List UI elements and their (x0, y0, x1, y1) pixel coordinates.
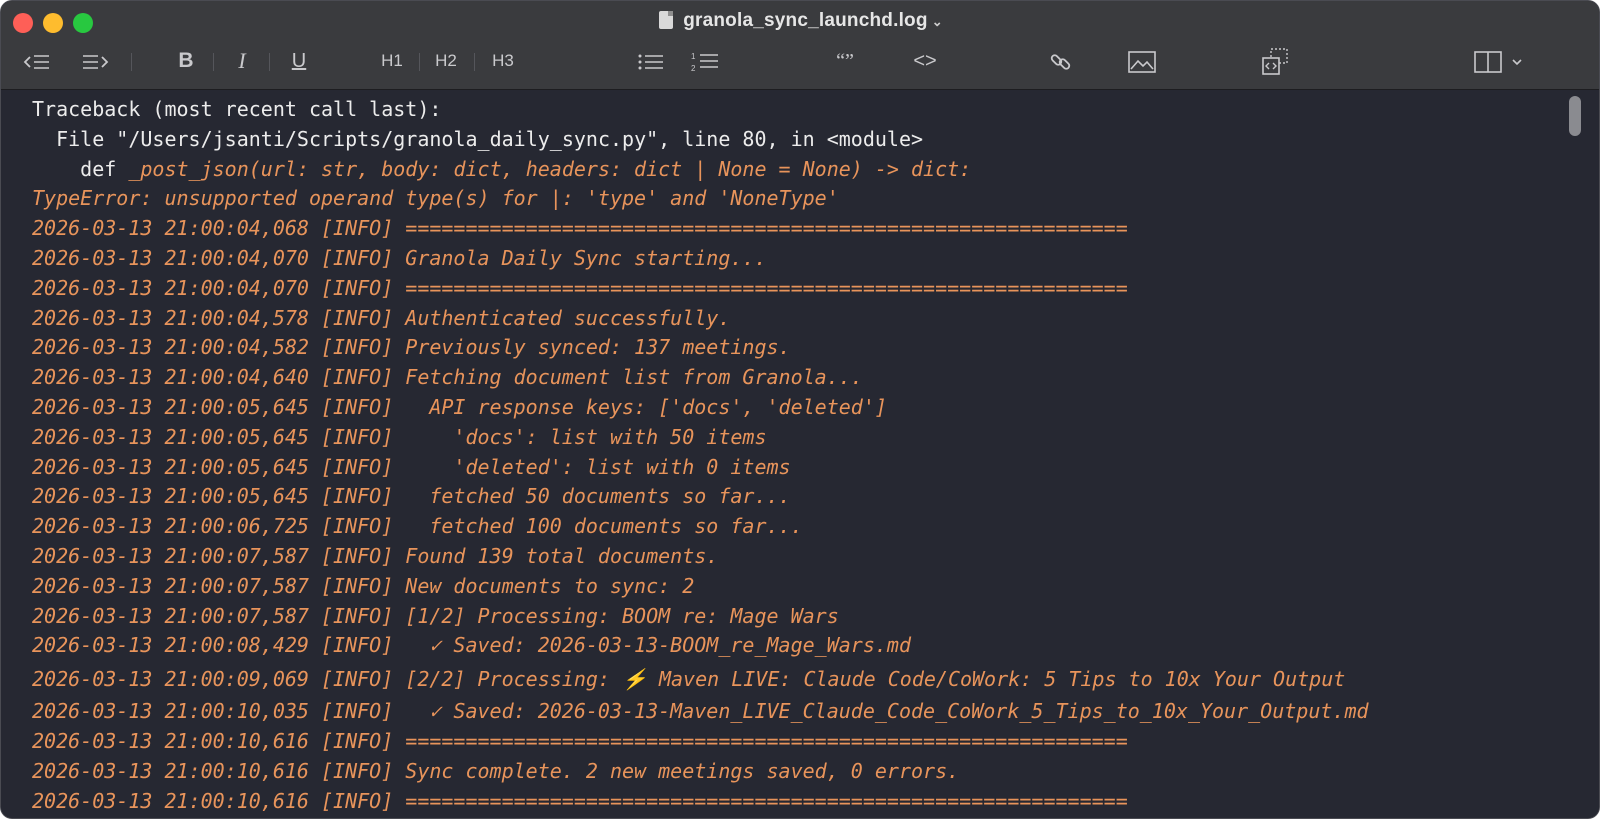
def-signature: _post_json(url: str, body: dict, headers… (116, 156, 972, 181)
svg-text:1: 1 (691, 52, 696, 61)
editor-window: granola_sync_launchd.log ⌄ B I U H1 H2 H… (0, 0, 1600, 819)
toolbar-divider (131, 53, 132, 71)
log-entry: 2026-03-13 21:00:10,616 [INFO] =========… (32, 788, 1128, 813)
heading-1-button[interactable]: H1 (375, 45, 409, 77)
document-icon (659, 11, 674, 29)
quote-button[interactable]: “” (829, 45, 861, 77)
log-entry: 2026-03-13 21:00:09,069 [INFO] [2/2] Pro… (32, 667, 1346, 692)
log-entry: 2026-03-13 21:00:10,616 [INFO] =========… (32, 728, 1128, 753)
scrollbar-track[interactable] (1565, 90, 1599, 818)
log-entry: 2026-03-13 21:00:04,070 [INFO] =========… (32, 275, 1128, 300)
code-block-button[interactable] (1259, 45, 1291, 77)
toolbar-divider (419, 53, 420, 71)
log-entry: 2026-03-13 21:00:05,645 [INFO] 'deleted'… (32, 454, 791, 479)
link-icon (1050, 54, 1071, 70)
toolbar-divider (269, 53, 270, 71)
bold-button[interactable]: B (173, 45, 199, 77)
title-bar: granola_sync_launchd.log ⌄ B I U H1 H2 H… (1, 1, 1599, 90)
bullet-list-icon (638, 54, 663, 70)
log-entry: 2026-03-13 21:00:10,035 [INFO] ✓ Saved: … (32, 699, 1369, 724)
svg-text:2: 2 (691, 64, 696, 73)
image-icon (1128, 51, 1156, 74)
view-toggle-button[interactable] (1471, 45, 1527, 77)
bullet-list-button[interactable] (635, 45, 667, 77)
log-entry: 2026-03-13 21:00:04,582 [INFO] Previousl… (32, 335, 791, 360)
indent-button[interactable] (79, 45, 111, 77)
code-button[interactable]: <> (907, 45, 943, 77)
log-entry: 2026-03-13 21:00:04,578 [INFO] Authentic… (32, 305, 731, 330)
log-entry: 2026-03-13 21:00:05,645 [INFO] API respo… (32, 394, 887, 419)
heading-3-button[interactable]: H3 (486, 45, 520, 77)
window-title-text: granola_sync_launchd.log (683, 10, 928, 31)
log-entries: 2026-03-13 21:00:04,068 [INFO] =========… (32, 214, 1532, 816)
indent-icon (83, 55, 109, 70)
image-button[interactable] (1125, 45, 1159, 77)
heading-2-button[interactable]: H2 (429, 45, 463, 77)
scrollbar-thumb[interactable] (1569, 96, 1581, 136)
outdent-button[interactable] (21, 45, 53, 77)
editor-content[interactable]: Traceback (most recent call last): File … (1, 90, 1599, 818)
error-line: TypeError: unsupported operand type(s) f… (32, 186, 839, 211)
toolbar-divider (213, 53, 214, 71)
chevron-down-icon: ⌄ (931, 14, 943, 29)
log-entry: 2026-03-13 21:00:04,068 [INFO] =========… (32, 216, 1128, 241)
window-title[interactable]: granola_sync_launchd.log ⌄ (1, 10, 1599, 32)
underline-button[interactable]: U (286, 45, 312, 77)
sidebar-layout-icon (1474, 51, 1522, 74)
traceback-line: Traceback (most recent call last): (32, 97, 442, 121)
outdent-icon (23, 55, 49, 70)
log-text: Traceback (most recent call last): File … (32, 95, 1532, 816)
log-entry: 2026-03-13 21:00:07,587 [INFO] Found 139… (32, 543, 719, 568)
traceback-code-line: def _post_json(url: str, body: dict, hea… (32, 155, 1532, 185)
def-keyword: def (32, 156, 117, 181)
toolbar-divider (474, 53, 475, 71)
log-entry: 2026-03-13 21:00:04,640 [INFO] Fetching … (32, 365, 863, 390)
log-entry: 2026-03-13 21:00:10,616 [INFO] Sync comp… (32, 758, 960, 783)
numbered-list-icon: 1 2 (691, 52, 718, 73)
log-entry: 2026-03-13 21:00:07,587 [INFO] New docum… (32, 573, 695, 598)
traceback-line: File "/Users/jsanti/Scripts/granola_dail… (56, 126, 924, 151)
log-entry: 2026-03-13 21:00:05,645 [INFO] 'docs': l… (32, 424, 767, 449)
link-button[interactable] (1045, 45, 1077, 77)
log-entry: 2026-03-13 21:00:05,645 [INFO] fetched 5… (32, 484, 791, 509)
log-entry: 2026-03-13 21:00:06,725 [INFO] fetched 1… (32, 514, 803, 539)
italic-button[interactable]: I (229, 45, 255, 77)
numbered-list-button[interactable]: 1 2 (689, 45, 721, 77)
log-entry: 2026-03-13 21:00:04,070 [INFO] Granola D… (32, 245, 767, 270)
code-block-icon (1262, 48, 1288, 76)
log-entry: 2026-03-13 21:00:07,587 [INFO] [1/2] Pro… (32, 603, 839, 628)
log-entry: 2026-03-13 21:00:08,429 [INFO] ✓ Saved: … (32, 633, 911, 658)
